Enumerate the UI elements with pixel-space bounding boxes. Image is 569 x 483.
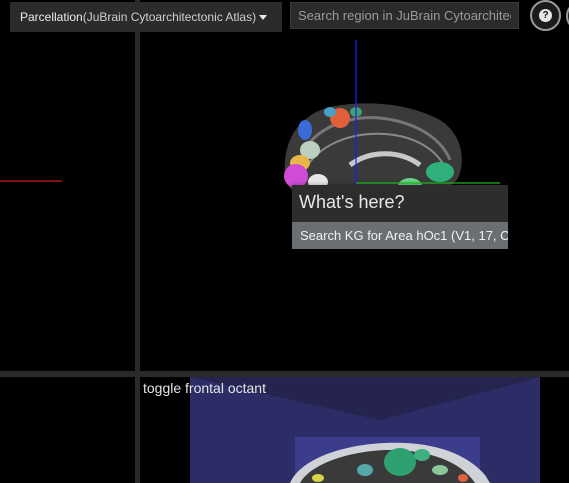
viewer-root: Parcellation (JuBrain Cytoarchitectonic A… bbox=[0, 0, 569, 483]
toggle-frontal-octant[interactable]: toggle frontal octant bbox=[143, 380, 266, 396]
chevron-down-icon bbox=[259, 14, 268, 20]
panel-divider-vertical[interactable] bbox=[135, 0, 140, 483]
parcellation-label: Parcellation bbox=[20, 10, 83, 24]
parcellation-dropdown[interactable]: Parcellation (JuBrain Cytoarchitectonic A… bbox=[10, 2, 282, 32]
region-search-input[interactable] bbox=[290, 2, 519, 29]
whats-here-menu: What's here? Search KG for Area hOc1 (V1… bbox=[292, 185, 508, 249]
help-icon: ? bbox=[539, 9, 552, 22]
panel-divider-horizontal[interactable] bbox=[0, 371, 569, 377]
help-button[interactable]: ? bbox=[530, 0, 561, 31]
parcellation-value: (JuBrain Cytoarchitectonic Atlas) bbox=[82, 10, 257, 24]
whats-here-title: What's here? bbox=[299, 192, 405, 212]
search-kg-item[interactable]: Search KG for Area hOc1 (V1, 17, CalcS) bbox=[292, 222, 508, 249]
